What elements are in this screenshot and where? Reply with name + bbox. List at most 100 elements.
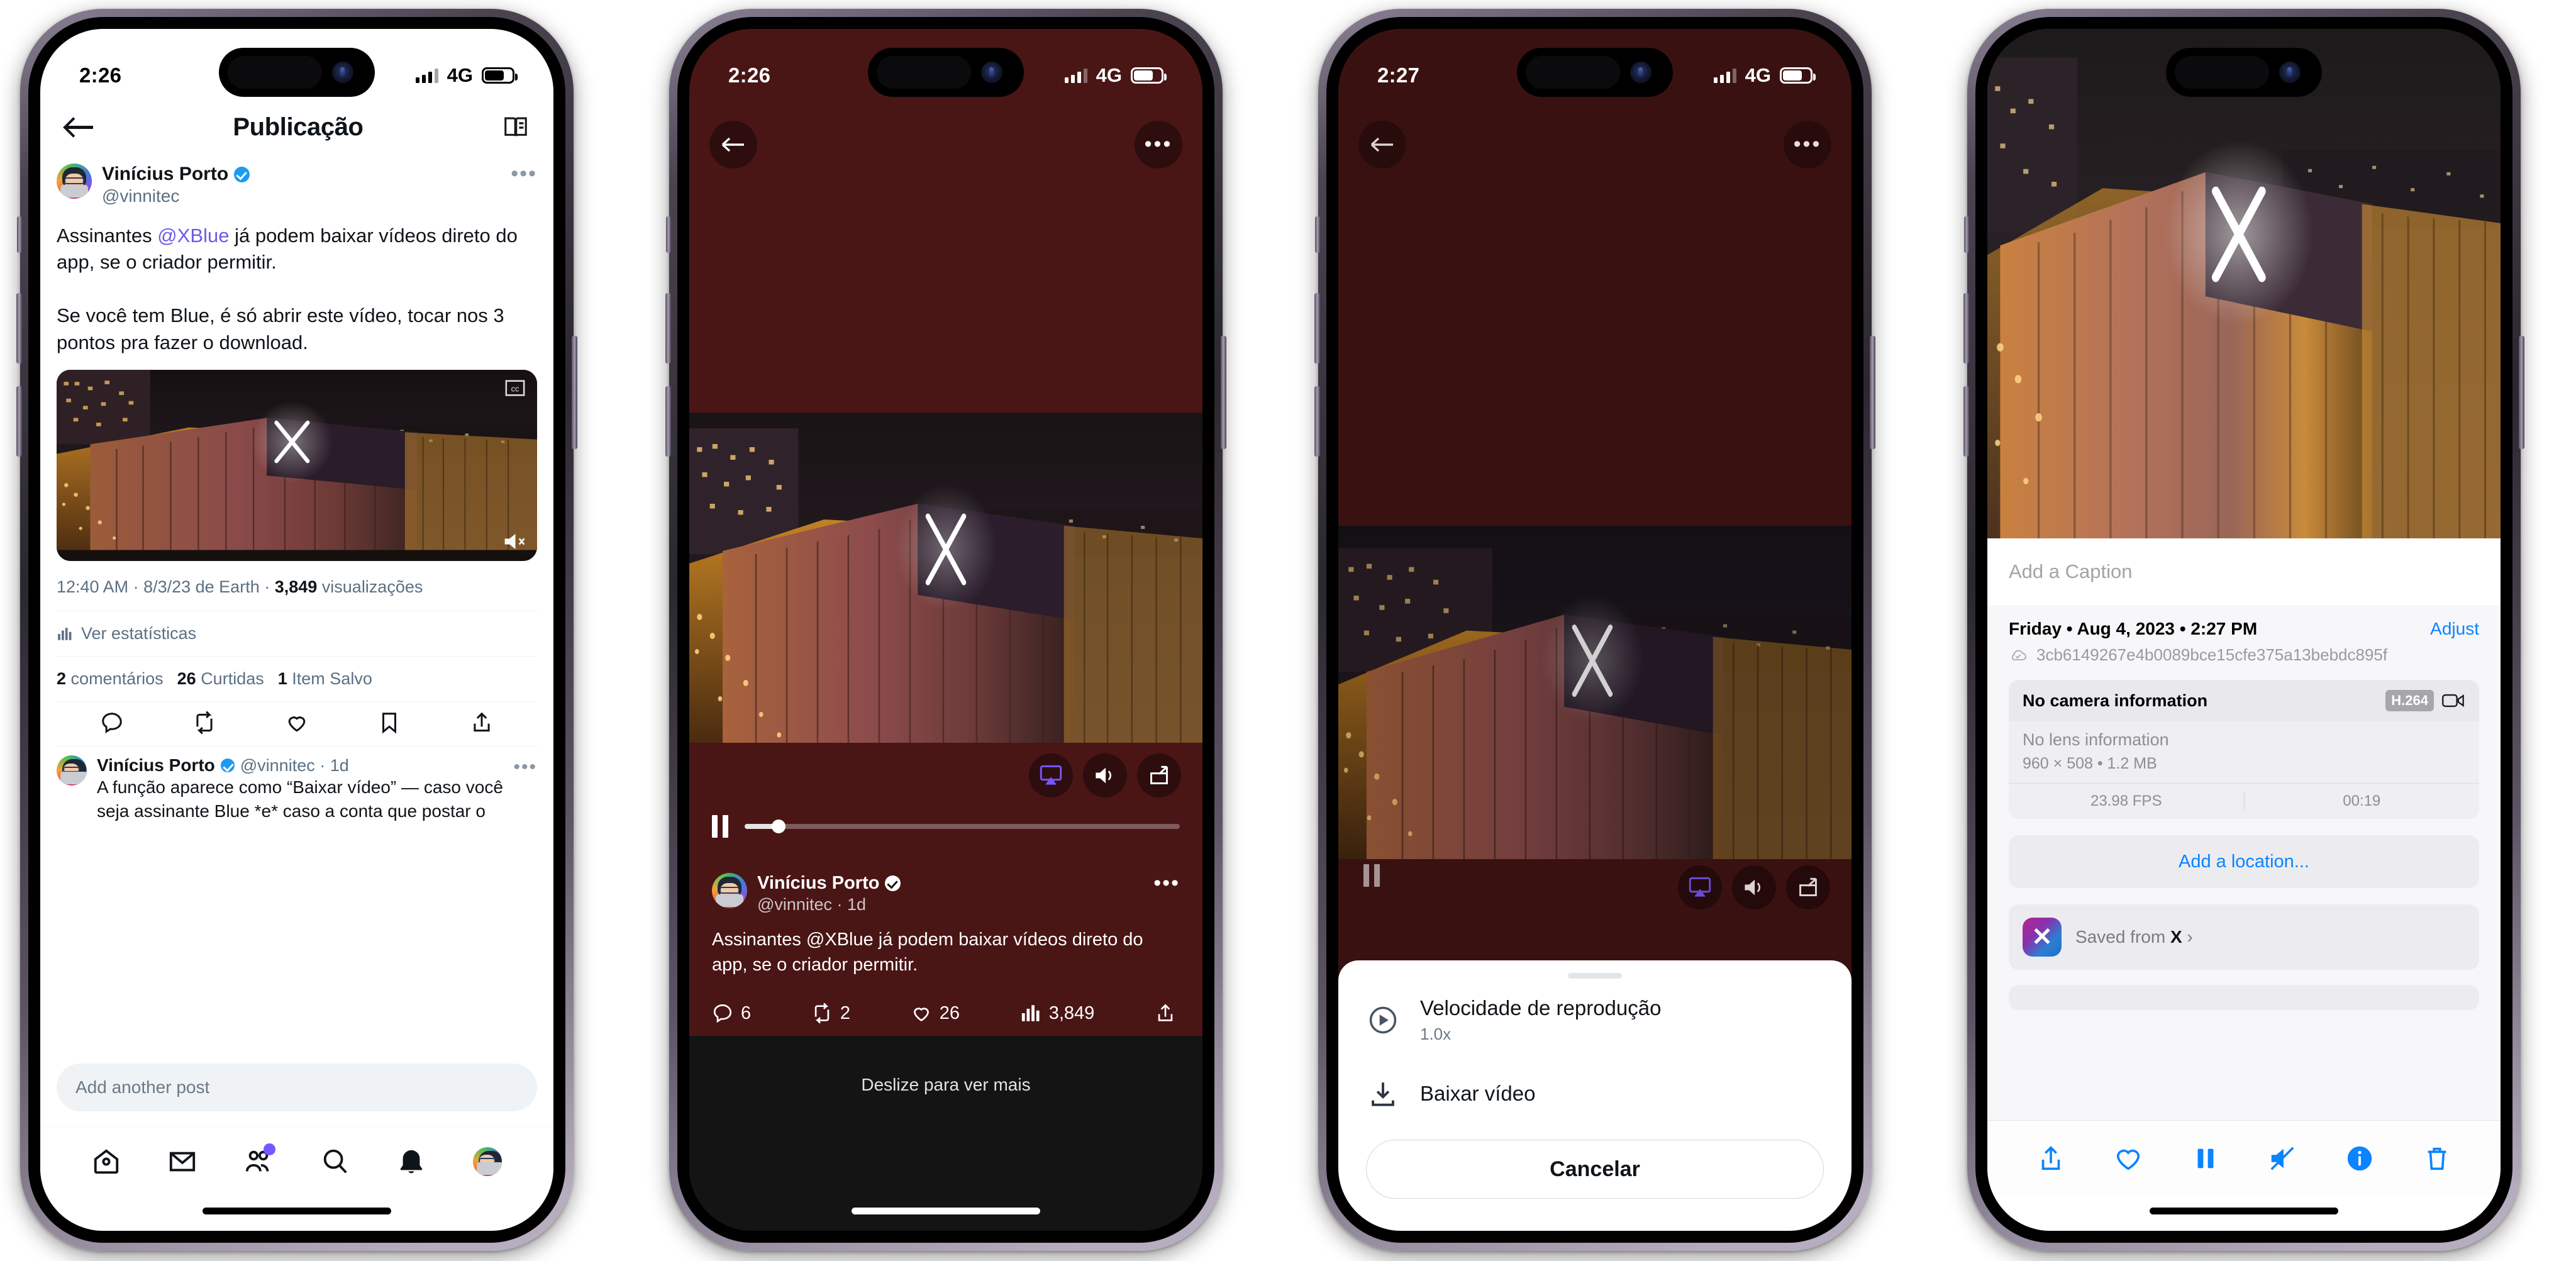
sheet-item-playback-speed[interactable]: Velocidade de reprodução 1.0x — [1338, 979, 1852, 1062]
mention-link[interactable]: @XBlue — [157, 225, 229, 247]
back-button[interactable] — [1358, 121, 1406, 169]
silent-switch[interactable] — [1964, 216, 1969, 253]
more-button[interactable]: ••• — [1784, 121, 1831, 169]
volume-up-button[interactable] — [1314, 293, 1320, 364]
mute-icon[interactable] — [2268, 1144, 2297, 1173]
tab-home[interactable] — [92, 1147, 121, 1176]
add-location-button[interactable]: Add a location... — [2009, 835, 2479, 888]
sheet-item-download-video[interactable]: Baixar vídeo — [1338, 1062, 1852, 1126]
volume-down-button[interactable] — [665, 386, 671, 457]
more-button[interactable]: ••• — [1135, 121, 1182, 169]
like-icon[interactable] — [285, 711, 309, 735]
volume-down-button[interactable] — [1314, 386, 1320, 457]
volume-button[interactable] — [1083, 753, 1127, 797]
video-still — [57, 370, 537, 550]
view-stats-link[interactable]: Ver estatísticas — [40, 611, 553, 656]
trash-icon[interactable] — [2423, 1144, 2451, 1173]
cancel-button[interactable]: Cancelar — [1366, 1140, 1824, 1199]
power-button[interactable] — [2519, 336, 2524, 449]
composer-placeholder: Add another post — [75, 1077, 210, 1097]
tab-notifications[interactable] — [397, 1147, 426, 1176]
capture-date: Friday • Aug 4, 2023 • 2:27 PM — [2009, 619, 2258, 638]
pip-button[interactable] — [1786, 865, 1830, 909]
phone-3-action-sheet: 2:27 4G ••• Velocidade de reprodução 1.0… — [1314, 9, 1875, 1251]
avatar[interactable] — [57, 755, 87, 786]
post-more-button[interactable]: ••• — [1153, 872, 1180, 894]
reply-more-button[interactable]: ••• — [513, 758, 537, 777]
share-icon[interactable] — [470, 711, 494, 735]
photo-video-preview[interactable] — [1987, 29, 2501, 538]
views-action[interactable]: 3,849 — [1020, 1003, 1094, 1024]
power-button[interactable] — [1870, 336, 1875, 449]
like-action[interactable]: 26 — [911, 1003, 960, 1024]
silent-switch[interactable] — [666, 216, 671, 253]
tab-profile[interactable] — [473, 1147, 502, 1176]
player-post-info: Vinícius Porto @vinnitec · 1d ••• Assina… — [712, 872, 1180, 1024]
reader-icon[interactable] — [503, 116, 528, 138]
volume-button[interactable] — [1732, 865, 1776, 909]
composer-input[interactable]: Add another post — [57, 1064, 537, 1111]
analytics-icon — [58, 628, 72, 640]
power-button[interactable] — [1221, 336, 1226, 449]
player-footer-area — [689, 1036, 1202, 1231]
share-action[interactable] — [1155, 1003, 1176, 1024]
profile-avatar — [473, 1147, 502, 1176]
back-arrow-icon[interactable] — [65, 118, 93, 136]
post-video-thumbnail[interactable]: cc — [57, 370, 537, 562]
pip-button[interactable] — [1137, 753, 1181, 797]
volume-down-button[interactable] — [16, 386, 22, 457]
svg-text:cc: cc — [511, 384, 519, 394]
power-button[interactable] — [572, 336, 577, 449]
silent-switch[interactable] — [1315, 216, 1320, 253]
video-surface[interactable] — [689, 413, 1202, 743]
player-side-controls — [1678, 865, 1830, 909]
pause-button[interactable] — [712, 815, 728, 838]
airplay-button[interactable] — [1029, 753, 1073, 797]
share-icon[interactable] — [2036, 1144, 2065, 1173]
island-pill — [2175, 56, 2269, 89]
repost-icon[interactable] — [192, 711, 216, 735]
player-scrubber-row — [712, 815, 1180, 838]
post-more-button[interactable]: ••• — [511, 163, 537, 185]
reply-item[interactable]: Vinícius Porto @vinnitec · 1d ••• A funç… — [40, 747, 553, 823]
progress-slider[interactable] — [745, 819, 1180, 833]
saved-from-row[interactable]: ✕ Saved from X › — [2009, 904, 2479, 970]
avatar[interactable] — [57, 164, 92, 199]
volume-down-button[interactable] — [1963, 386, 1969, 457]
back-button[interactable] — [709, 121, 757, 169]
adjust-button[interactable]: Adjust — [2430, 619, 2479, 639]
airplay-button[interactable] — [1678, 865, 1722, 909]
phone-1-post-detail: 2:26 4G Publicação Vinícius Porto @vinni… — [16, 9, 577, 1251]
battery-icon — [1131, 67, 1167, 84]
bookmark-icon[interactable] — [377, 711, 401, 735]
airplay-icon — [1689, 877, 1711, 897]
sheet-grabber[interactable] — [1568, 973, 1622, 979]
silent-switch[interactable] — [17, 216, 22, 253]
search-icon — [323, 1149, 347, 1174]
reply-icon[interactable] — [100, 711, 124, 735]
volume-up-button[interactable] — [1963, 293, 1969, 364]
pause-button[interactable] — [1363, 864, 1380, 887]
caption-input[interactable]: Add a Caption — [1987, 538, 2501, 605]
pause-icon[interactable] — [2191, 1144, 2220, 1173]
avatar[interactable] — [712, 873, 747, 908]
volume-up-button[interactable] — [16, 293, 22, 364]
favorite-icon[interactable] — [2114, 1144, 2143, 1173]
tab-search[interactable] — [321, 1147, 350, 1176]
info-icon[interactable] — [2345, 1144, 2374, 1173]
reply-icon — [713, 1004, 732, 1023]
repost-action[interactable]: 2 — [811, 1003, 850, 1024]
status-time: 2:26 — [79, 64, 122, 87]
phone-2-screen: 2:26 4G ••• Vinícius Porto @vinnitec · 1… — [689, 29, 1202, 1231]
camera-info-card: No camera information H.264 No lens info… — [2009, 680, 2479, 819]
reply-action[interactable]: 6 — [712, 1003, 751, 1024]
tab-communities[interactable] — [244, 1143, 276, 1176]
phone-1-screen: 2:26 4G Publicação Vinícius Porto @vinni… — [40, 29, 553, 1231]
video-surface[interactable] — [1338, 526, 1852, 859]
volume-up-button[interactable] — [665, 293, 671, 364]
mute-icon[interactable] — [502, 531, 527, 552]
tab-messages[interactable] — [168, 1147, 197, 1176]
closed-captions-icon[interactable]: cc — [504, 379, 526, 397]
player-side-controls — [1029, 753, 1181, 797]
volume-icon — [1745, 879, 1760, 896]
